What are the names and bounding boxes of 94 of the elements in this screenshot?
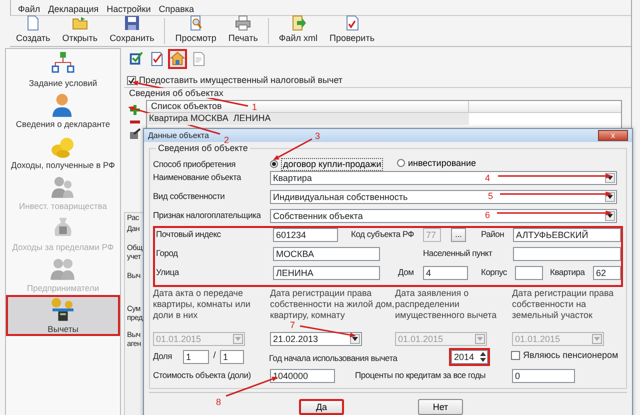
field-label: Доля — [153, 350, 173, 362]
printer-icon — [235, 15, 252, 31]
field-label: Почтовый индекс — [156, 228, 222, 240]
field-label: Город — [156, 247, 179, 258]
field-label: Населенный пункт — [423, 247, 494, 258]
sidebar-item[interactable]: Сведения о декларанте — [6, 90, 120, 131]
check-icon — [128, 76, 135, 84]
field-label: Наименование объекта — [153, 171, 242, 182]
caret-icon — [235, 337, 241, 341]
input-field[interactable]: 4 — [423, 266, 468, 280]
annotation-number: 6 — [485, 211, 490, 220]
menu-item[interactable]: Декларация — [48, 4, 99, 15]
input-field[interactable]: АЛТУФЬЕВСКИЙ — [513, 228, 621, 242]
annotation-arrow — [273, 138, 312, 160]
menu-item[interactable]: Файл — [18, 4, 40, 15]
input-field[interactable]: 1 — [183, 350, 209, 364]
toolbar-button[interactable]: Файл xml — [272, 15, 324, 44]
separator-label: / — [212, 350, 217, 361]
radio-button[interactable]: инвестирование — [397, 158, 517, 169]
folder-icon — [72, 15, 88, 31]
toolbar-button[interactable]: Печать — [222, 15, 264, 44]
field-label: Вид собственности — [153, 190, 226, 202]
field-label: Улица — [156, 266, 180, 278]
field-label: Квартира — [550, 266, 586, 278]
magnifier-document-icon — [188, 15, 204, 31]
input-field[interactable] — [513, 247, 621, 261]
input-field[interactable]: ЛЕНИНА — [273, 266, 380, 280]
browse-button[interactable]: ... — [451, 228, 466, 242]
annotation-number: 5 — [488, 192, 494, 201]
field-label: Код субъекта РФ — [351, 228, 416, 240]
minus-icon — [129, 119, 141, 126]
dropdown[interactable]: 21.02.2013 — [270, 332, 362, 346]
caret-icon — [477, 337, 483, 341]
field-label: Дата регистрации права собственности на жилой дом, квартиру, комнату — [270, 287, 395, 321]
input-field[interactable] — [515, 266, 543, 280]
annotation-number: 4 — [485, 174, 490, 183]
toolbar-button[interactable]: Просмотр — [169, 15, 222, 44]
group-title: Сведения об объектах — [129, 88, 224, 98]
annotation-arrow — [300, 325, 356, 338]
field-label: Район — [481, 228, 506, 240]
annotation-number: 1 — [252, 103, 258, 112]
checkbox[interactable]: Являюсь пенсионером — [511, 350, 618, 361]
edit-icon — [129, 128, 141, 140]
input-field[interactable]: 601234 — [273, 228, 338, 242]
input-field[interactable]: 1040000 — [270, 369, 335, 383]
field-label: Дата заявления о распределении имущественного вычета — [395, 287, 498, 321]
list-row[interactable]: Квартира МОСКВА ЛЕНИНА — [147, 113, 469, 126]
checked-document-icon — [344, 15, 360, 31]
sidebar-item[interactable]: Задание условий — [6, 48, 120, 90]
spin-arrows-icon — [479, 351, 487, 363]
sidebar-item[interactable]: Вычеты — [6, 294, 120, 336]
toolbar-button[interactable]: Открыть — [56, 15, 104, 44]
field-label: Дата акта о передаче квартиры, комнаты или доли в них — [153, 287, 252, 321]
toolbar-button[interactable]: Проверить — [324, 15, 381, 44]
annotation-number: 7 — [290, 321, 296, 330]
annotation-number: 8 — [216, 398, 222, 407]
menu-item[interactable]: Справка — [158, 4, 194, 15]
document-arrow-icon — [290, 15, 306, 31]
input-field[interactable]: 0 — [512, 369, 575, 383]
checkbox[interactable] — [127, 76, 136, 85]
field-label: Признак налогоплательщика — [153, 209, 262, 220]
menu-item[interactable]: Настройки — [106, 4, 151, 15]
input-field[interactable]: 62 — [593, 266, 621, 280]
caret-icon — [352, 337, 358, 341]
sidebar-item[interactable]: Доходы, полученные в РФ — [6, 130, 120, 172]
checklist-icon — [149, 50, 164, 68]
caret-icon — [607, 195, 613, 199]
dialog-title: Данные объекта — [148, 130, 209, 140]
dialog-button[interactable]: Нет — [418, 399, 463, 415]
group-title: Сведения об объекте — [156, 143, 250, 154]
annotation-number: 3 — [315, 132, 320, 141]
caret-icon — [594, 337, 600, 341]
toolbar-button[interactable]: Сохранить — [104, 15, 160, 44]
spin-field[interactable]: 2014 — [451, 350, 488, 364]
field-label: Корпус — [481, 266, 508, 278]
annotation-number: 2 — [224, 136, 230, 145]
form-check-icon — [128, 50, 143, 68]
document-icon — [191, 50, 206, 68]
dialog-button[interactable]: Да — [299, 399, 344, 415]
field-label: Дом — [398, 266, 415, 278]
document-icon — [25, 15, 42, 31]
input-field[interactable]: 1 — [220, 350, 244, 364]
field-label: Дата регистрации права собственности на земельный участок — [512, 287, 615, 321]
plus-icon — [129, 104, 141, 116]
icon-tab[interactable] — [168, 48, 187, 69]
input-field[interactable]: МОСКВА — [273, 247, 380, 261]
house-icon — [170, 50, 185, 68]
toolbar-button[interactable]: Создать — [10, 15, 56, 44]
field-label: Проценты по кредитам за все годы — [355, 369, 487, 380]
field-label: Способ приобретения — [153, 158, 236, 170]
checkbox-label: Предоставить имущественный налоговый вычет — [139, 74, 343, 86]
caret-icon — [607, 214, 613, 218]
field-label: Год начала использования вычета — [269, 352, 398, 364]
field-label: Стоимость объекта (доли) — [153, 369, 252, 380]
